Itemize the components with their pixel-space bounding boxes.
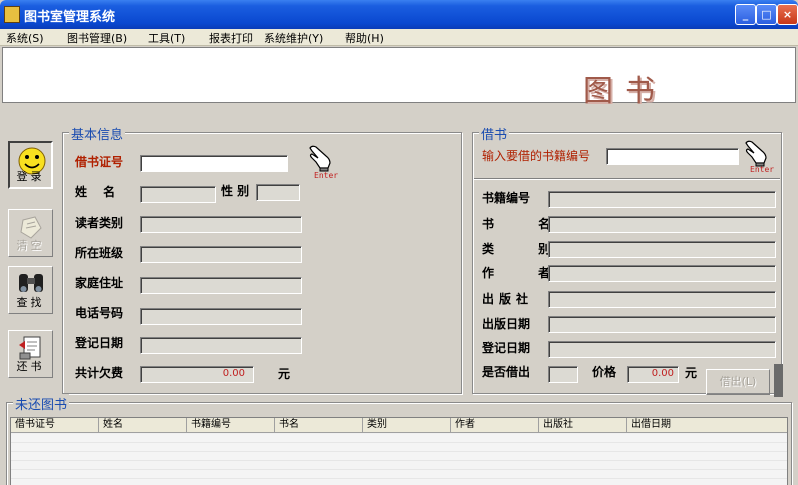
- col-book-name[interactable]: 书名: [275, 418, 363, 433]
- price-value: 0.00: [651, 368, 674, 379]
- menu-help[interactable]: 帮助(H): [345, 30, 384, 46]
- reader-type-field[interactable]: [140, 216, 302, 233]
- enter-hint-text: Enter: [314, 171, 339, 180]
- lent-out-label: 是否借出: [482, 365, 531, 379]
- close-button[interactable]: ×: [777, 4, 798, 25]
- debt-value: 0.00: [222, 368, 245, 379]
- binoculars-icon: [19, 274, 43, 292]
- banner: 图书: [2, 47, 796, 109]
- return-book-label: 还书: [16, 360, 45, 373]
- col-author[interactable]: 作者: [451, 418, 539, 433]
- col-book-number[interactable]: 书籍编号: [187, 418, 275, 433]
- price-unit: 元: [685, 366, 698, 380]
- basic-info-legend: 基本信息: [69, 124, 126, 143]
- book-reg-date-field[interactable]: [548, 341, 776, 358]
- class-label: 所在班级: [75, 246, 124, 260]
- reg-date-field[interactable]: [140, 337, 302, 354]
- category-field[interactable]: [548, 241, 776, 258]
- maximize-button[interactable]: □: [756, 4, 777, 25]
- scroll-thumb[interactable]: [774, 364, 783, 397]
- clear-label: 清空: [16, 239, 45, 252]
- card-number-label: 借书证号: [75, 155, 124, 169]
- find-button[interactable]: 查找: [8, 266, 53, 314]
- col-card-number[interactable]: 借书证号: [11, 418, 99, 433]
- grid-body[interactable]: [11, 434, 787, 485]
- book-number-field[interactable]: [548, 191, 776, 208]
- borrow-book-number-input[interactable]: [606, 148, 739, 165]
- menu-book-management[interactable]: 图书管理(B): [67, 30, 127, 46]
- borrow-enter-hint-text: Enter: [750, 165, 775, 174]
- class-field[interactable]: [140, 246, 302, 263]
- col-lend-date[interactable]: 出借日期: [627, 418, 787, 433]
- main-panel: 登录 清空 查找 还书 基本信息 借书证号 Enter 姓 名 性 别 读者类别…: [0, 104, 798, 485]
- window-title: 图书室管理系统: [24, 10, 116, 25]
- find-label: 查找: [16, 296, 45, 309]
- return-book-icon: [19, 336, 41, 360]
- phone-label: 电话号码: [75, 306, 124, 320]
- unreturned-legend: 未还图书: [13, 394, 70, 413]
- reader-type-label: 读者类别: [75, 216, 124, 230]
- lent-out-field[interactable]: [548, 366, 578, 383]
- app-icon: [4, 6, 20, 23]
- pub-date-field[interactable]: [548, 316, 776, 333]
- address-field[interactable]: [140, 277, 302, 294]
- card-number-input[interactable]: [140, 155, 288, 172]
- menu-system-maintenance[interactable]: 系统维护(Y): [264, 30, 323, 46]
- reg-date-label: 登记日期: [75, 336, 124, 350]
- menu-system[interactable]: 系统(S): [6, 30, 44, 46]
- address-label: 家庭住址: [75, 276, 124, 290]
- price-field[interactable]: 0.00: [627, 366, 679, 383]
- grid-header: 借书证号 姓名 书籍编号 书名 类别 作者 出版社 出借日期: [11, 418, 787, 433]
- pub-date-label: 出版日期: [482, 317, 531, 331]
- menu-tools[interactable]: 工具(T): [148, 30, 185, 46]
- clear-button[interactable]: 清空: [8, 209, 53, 257]
- book-reg-date-label: 登记日期: [482, 341, 531, 355]
- book-name-field[interactable]: [548, 216, 776, 233]
- return-book-button[interactable]: 还书: [8, 330, 53, 378]
- borrow-divider: [474, 178, 780, 180]
- debt-label: 共计欠费: [75, 366, 124, 380]
- title-bar: 图书室管理系统 _ □ ×: [0, 0, 798, 29]
- publisher-label: 出版社: [482, 292, 534, 306]
- gender-field[interactable]: [256, 184, 300, 201]
- borrow-prompt-label: 输入要借的书籍编号: [482, 149, 591, 163]
- login-button[interactable]: 登录: [8, 141, 53, 189]
- author-field[interactable]: [548, 265, 776, 282]
- debt-unit: 元: [278, 367, 291, 381]
- publisher-field[interactable]: [548, 291, 776, 308]
- price-label: 价格: [592, 365, 617, 379]
- name-field[interactable]: [140, 186, 216, 203]
- col-category[interactable]: 类别: [363, 418, 451, 433]
- login-label: 登录: [16, 170, 45, 183]
- phone-field[interactable]: [140, 308, 302, 325]
- col-name[interactable]: 姓名: [99, 418, 187, 433]
- minimize-button[interactable]: _: [735, 4, 756, 25]
- borrow-out-button[interactable]: 借出(L): [706, 369, 770, 395]
- borrow-legend: 借书: [479, 124, 510, 143]
- menu-bar: 系统(S) 图书管理(B) 工具(T) 报表打印 系统维护(Y) 帮助(H): [0, 29, 798, 46]
- unreturned-grid[interactable]: 借书证号 姓名 书籍编号 书名 类别 作者 出版社 出借日期: [10, 417, 788, 485]
- col-publisher[interactable]: 出版社: [539, 418, 627, 433]
- debt-field[interactable]: 0.00: [140, 366, 254, 383]
- book-number-label: 书籍编号: [482, 191, 531, 205]
- gender-label: 性 别: [221, 184, 250, 198]
- menu-report-print[interactable]: 报表打印: [209, 30, 253, 46]
- enter-hand-icon[interactable]: [306, 142, 338, 174]
- name-label: 姓 名: [75, 185, 122, 199]
